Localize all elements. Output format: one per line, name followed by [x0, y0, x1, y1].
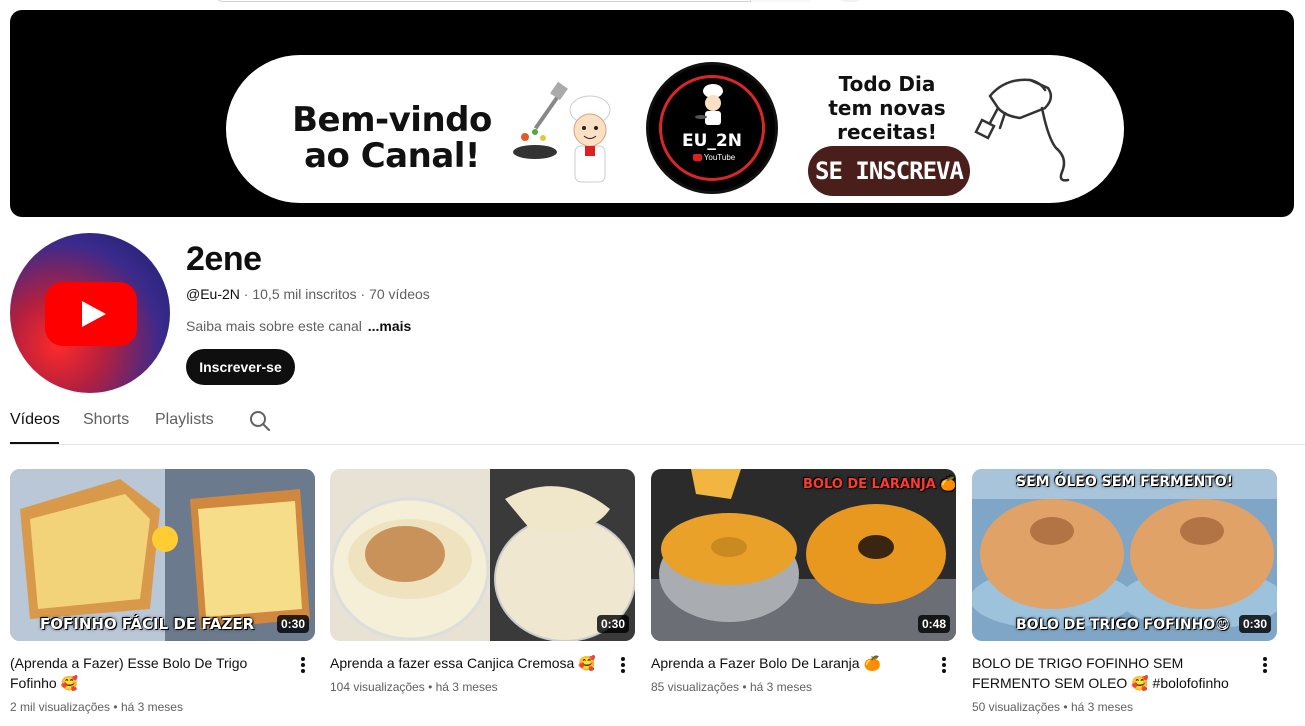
video-title[interactable]: (Aprenda a Fazer) Esse Bolo De Trigo Fof… — [10, 653, 280, 693]
tab-videos[interactable]: Vídeos — [10, 411, 60, 429]
thumbnail-caption: SEM ÓLEO SEM FERMENTO! — [1016, 474, 1234, 490]
more-options-icon[interactable] — [620, 655, 626, 675]
thumbnail-image — [330, 469, 635, 641]
video-card[interactable]: 0:30 Aprenda a fazer essa Canjica Cremos… — [330, 469, 635, 694]
video-count: 70 vídeos — [369, 286, 430, 302]
channel-name: 2ene — [186, 240, 262, 278]
subscribe-button[interactable]: Inscrever-se — [186, 349, 295, 385]
video-meta: 2 mil visualizações • há 3 meses — [10, 700, 183, 714]
video-duration: 0:30 — [1238, 615, 1271, 633]
video-card[interactable]: FOFINHO FÁCIL DE FAZER 0:30 (Aprenda a F… — [10, 469, 315, 714]
subscriber-count: 10,5 mil inscritos — [252, 286, 357, 302]
video-thumbnail[interactable]: FOFINHO FÁCIL DE FAZER 0:30 — [10, 469, 315, 641]
video-thumbnail[interactable]: SEM ÓLEO SEM FERMENTO! BOLO DE TRIGO FOF… — [972, 469, 1277, 641]
channel-meta: @Eu-2N · 10,5 mil inscritos · 70 vídeos — [186, 286, 430, 302]
channel-logo-badge: EU_2N YouTube — [646, 62, 778, 194]
video-views: 85 visualizações — [651, 680, 740, 694]
video-duration: 0:30 — [276, 615, 309, 633]
youtube-play-icon — [45, 282, 137, 346]
video-card[interactable]: SEM ÓLEO SEM FERMENTO! BOLO DE TRIGO FOF… — [972, 469, 1277, 714]
video-duration: 0:30 — [596, 615, 629, 633]
more-options-icon[interactable] — [941, 655, 947, 675]
meta-separator: · — [360, 286, 366, 302]
logo-chef-icon — [695, 84, 723, 125]
video-duration: 0:48 — [917, 615, 950, 633]
banner-welcome-line2: ao Canal! — [304, 136, 480, 176]
search-bar[interactable] — [215, 0, 810, 2]
meta-dot: • — [428, 680, 433, 694]
banner-todo-line3: receitas! — [837, 120, 937, 144]
video-title[interactable]: BOLO DE TRIGO FOFINHO SEM FERMENTO SEM O… — [972, 653, 1242, 693]
active-tab-indicator — [10, 442, 59, 444]
banner-subscribe-cta: SE INSCREVA — [808, 146, 970, 196]
meta-dot: • — [1063, 700, 1068, 714]
more-options-icon[interactable] — [300, 655, 306, 675]
video-thumbnail[interactable]: BOLO DE LARANJA 🍊 0:48 — [651, 469, 956, 641]
video-meta: 85 visualizações • há 3 meses — [651, 680, 812, 694]
banner-todo-line1: Todo Dia — [838, 72, 936, 96]
channel-about[interactable]: Saiba mais sobre este canal ...mais — [186, 318, 411, 334]
thumbnail-image — [972, 469, 1277, 641]
tab-shorts[interactable]: Shorts — [83, 411, 129, 429]
channel-tabs: Vídeos Shorts Playlists — [10, 400, 1305, 445]
logo-text: EU_2N — [682, 131, 742, 151]
meta-dot: • — [742, 680, 747, 694]
video-meta: 50 visualizações • há 3 meses — [972, 700, 1133, 714]
channel-banner: Bem-vindo ao Canal! EU_2N YouTube Todo D… — [10, 10, 1294, 217]
video-views: 104 visualizações — [330, 680, 425, 694]
thumbnail-caption: FOFINHO FÁCIL DE FAZER — [40, 615, 255, 633]
logo-youtube-label: YouTube — [689, 153, 739, 163]
banner-todo-line2: tem novas — [828, 96, 946, 120]
meta-separator: · — [243, 286, 249, 302]
video-meta: 104 visualizações • há 3 meses — [330, 680, 498, 694]
thumbnail-image — [651, 469, 956, 641]
more-options-icon[interactable] — [1262, 655, 1268, 675]
mixer-icon — [974, 78, 1070, 182]
channel-about-text: Saiba mais sobre este canal — [186, 318, 362, 334]
thumbnail-caption-bottom: BOLO DE TRIGO FOFINHO😋 — [1016, 617, 1230, 633]
thumbnail-caption: BOLO DE LARANJA 🍊 — [803, 477, 956, 492]
video-views: 50 visualizações — [972, 700, 1061, 714]
tab-playlists[interactable]: Playlists — [155, 411, 214, 429]
search-icon[interactable] — [248, 409, 272, 433]
chef-illustration-icon — [513, 82, 611, 183]
banner-welcome-line1: Bem-vindo — [292, 100, 492, 140]
video-title[interactable]: Aprenda a fazer essa Canjica Cremosa 🥰 — [330, 653, 600, 673]
banner-welcome-text: Bem-vindo ao Canal! — [272, 102, 512, 174]
video-age: há 3 meses — [1070, 700, 1133, 714]
about-more-link[interactable]: ...mais — [368, 318, 412, 334]
search-button[interactable] — [750, 0, 810, 2]
logo-sub-text: YouTube — [703, 153, 736, 162]
video-views: 2 mil visualizações — [10, 700, 111, 714]
video-age: há 3 meses — [120, 700, 183, 714]
voice-search-button[interactable] — [838, 0, 862, 2]
video-card[interactable]: BOLO DE LARANJA 🍊 0:48 Aprenda a Fazer B… — [651, 469, 956, 694]
channel-avatar[interactable] — [10, 233, 170, 393]
meta-dot: • — [113, 700, 118, 714]
video-thumbnail[interactable]: 0:30 — [330, 469, 635, 641]
channel-handle: @Eu-2N — [186, 286, 240, 302]
video-title[interactable]: Aprenda a Fazer Bolo De Laranja 🍊 — [651, 653, 921, 673]
video-age: há 3 meses — [749, 680, 812, 694]
banner-todo-text: Todo Dia tem novas receitas! — [822, 72, 952, 144]
video-age: há 3 meses — [435, 680, 498, 694]
